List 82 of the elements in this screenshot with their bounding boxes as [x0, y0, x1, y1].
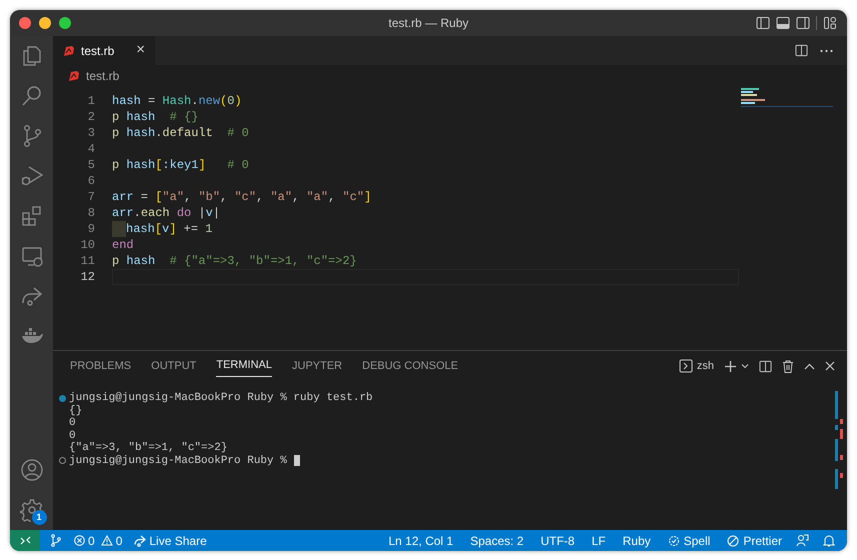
line-number: 9: [86, 221, 95, 238]
warning-icon: [100, 535, 113, 546]
line-number: 2: [86, 109, 95, 126]
terminal-output: {}: [69, 404, 82, 417]
prohibited-icon: [727, 534, 740, 546]
notifications-bell-icon[interactable]: [823, 534, 835, 547]
terminal-cursor: [294, 455, 300, 466]
error-icon: [74, 535, 85, 546]
ruby-file-icon: [68, 70, 80, 82]
terminal-prompt: jungsig@jungsig-MacBookPro Ruby % ruby test.rb: [69, 392, 373, 404]
notification-badge: 1: [32, 510, 46, 525]
status-item[interactable]: LF: [592, 532, 606, 550]
line-number: 8: [86, 205, 95, 222]
code-line: p hash.default # 0: [112, 125, 249, 141]
status-item[interactable]: UTF-8: [540, 532, 575, 550]
code-line: p hash # {}: [112, 109, 198, 125]
status-item[interactable]: Ruby: [622, 532, 651, 550]
code-line: arr = ["a", "b", "c", "a", "a", "c"]: [112, 189, 372, 205]
minimize-window-button[interactable]: [39, 17, 51, 29]
maximize-window-button[interactable]: [59, 17, 71, 29]
editor-tab[interactable]: test.rb ×: [53, 36, 155, 65]
close-icon[interactable]: [825, 361, 835, 371]
feedback-icon[interactable]: [796, 534, 809, 547]
line-number: 3: [86, 125, 95, 142]
code-line: p hash # {"a"=>3, "b"=>1, "c"=>2}: [112, 253, 357, 269]
line-number: 7: [86, 189, 95, 206]
customize-layout-icon[interactable]: [823, 16, 837, 30]
settings-icon[interactable]: [20, 498, 44, 522]
chevron-down-icon[interactable]: [741, 363, 749, 369]
remote-icon: [20, 536, 30, 545]
terminal-shell-name[interactable]: zsh: [696, 358, 714, 374]
terminal-output: 0: [69, 430, 76, 442]
trash-icon[interactable]: [782, 360, 794, 372]
split-terminal-icon[interactable]: [759, 360, 772, 372]
run-debug-icon[interactable]: [20, 164, 44, 188]
line-number: 10: [80, 237, 95, 254]
remote-indicator[interactable]: [10, 530, 40, 551]
line-number: 5: [86, 157, 95, 174]
window-title: test.rb — Ruby: [388, 15, 469, 32]
close-window-button[interactable]: [19, 17, 31, 29]
code-line: p hash[:key1] # 0: [112, 157, 249, 173]
terminal-prompt: jungsig@jungsig-MacBookPro Ruby %: [69, 454, 287, 467]
extensions-icon[interactable]: [20, 204, 44, 228]
code-line: arr.each do |v|: [112, 205, 220, 221]
line-number: 6: [86, 173, 95, 190]
prettier-button[interactable]: Prettier: [727, 532, 782, 550]
panel-tab[interactable]: DEBUG CONSOLE: [362, 355, 458, 377]
chevron-up-icon[interactable]: [804, 362, 815, 370]
split-editor-icon[interactable]: [795, 44, 808, 57]
panel-tab[interactable]: OUTPUT: [151, 355, 196, 377]
line-number: 4: [86, 141, 95, 158]
code-line: hash = Hash.new(0): [112, 93, 242, 109]
branch-icon[interactable]: [50, 534, 62, 547]
breadcrumb-file[interactable]: test.rb: [86, 67, 120, 85]
close-tab-button[interactable]: ×: [136, 39, 145, 62]
status-item[interactable]: Ln 12, Col 1: [388, 532, 454, 550]
gear-check-icon: [668, 534, 680, 546]
search-icon[interactable]: [20, 84, 44, 108]
terminal-output: 0: [69, 417, 76, 430]
line-number: 12: [80, 269, 95, 286]
status-item[interactable]: Spaces: 2: [470, 532, 524, 550]
account-icon[interactable]: [20, 458, 44, 482]
new-terminal-icon[interactable]: [724, 360, 737, 372]
spell-check-button[interactable]: Spell: [668, 532, 710, 550]
panel-tab[interactable]: JUPYTER: [292, 355, 342, 377]
panel-layout-icon[interactable]: [776, 16, 790, 30]
sidebar-layout-icon[interactable]: [756, 16, 770, 30]
line-number: 11: [80, 253, 95, 270]
panel-tab[interactable]: PROBLEMS: [70, 355, 132, 377]
terminal-icon: [678, 359, 693, 373]
secondary-sidebar-layout-icon[interactable]: [796, 16, 810, 30]
panel-tab[interactable]: TERMINAL: [216, 355, 272, 377]
more-actions-icon[interactable]: [820, 48, 833, 52]
terminal-output: {"a"=>3, "b"=>1, "c"=>2}: [69, 442, 228, 454]
code-line: hash[v] += 1: [112, 221, 212, 237]
tab-label: test.rb: [81, 42, 114, 60]
problems-indicator[interactable]: 0 0: [74, 532, 122, 550]
share-arrow-icon: [134, 534, 146, 546]
live-share-button[interactable]: Live Share: [134, 532, 207, 550]
ruby-file-icon: [63, 44, 75, 56]
code-line: end: [112, 237, 134, 253]
line-number: 1: [86, 93, 95, 110]
